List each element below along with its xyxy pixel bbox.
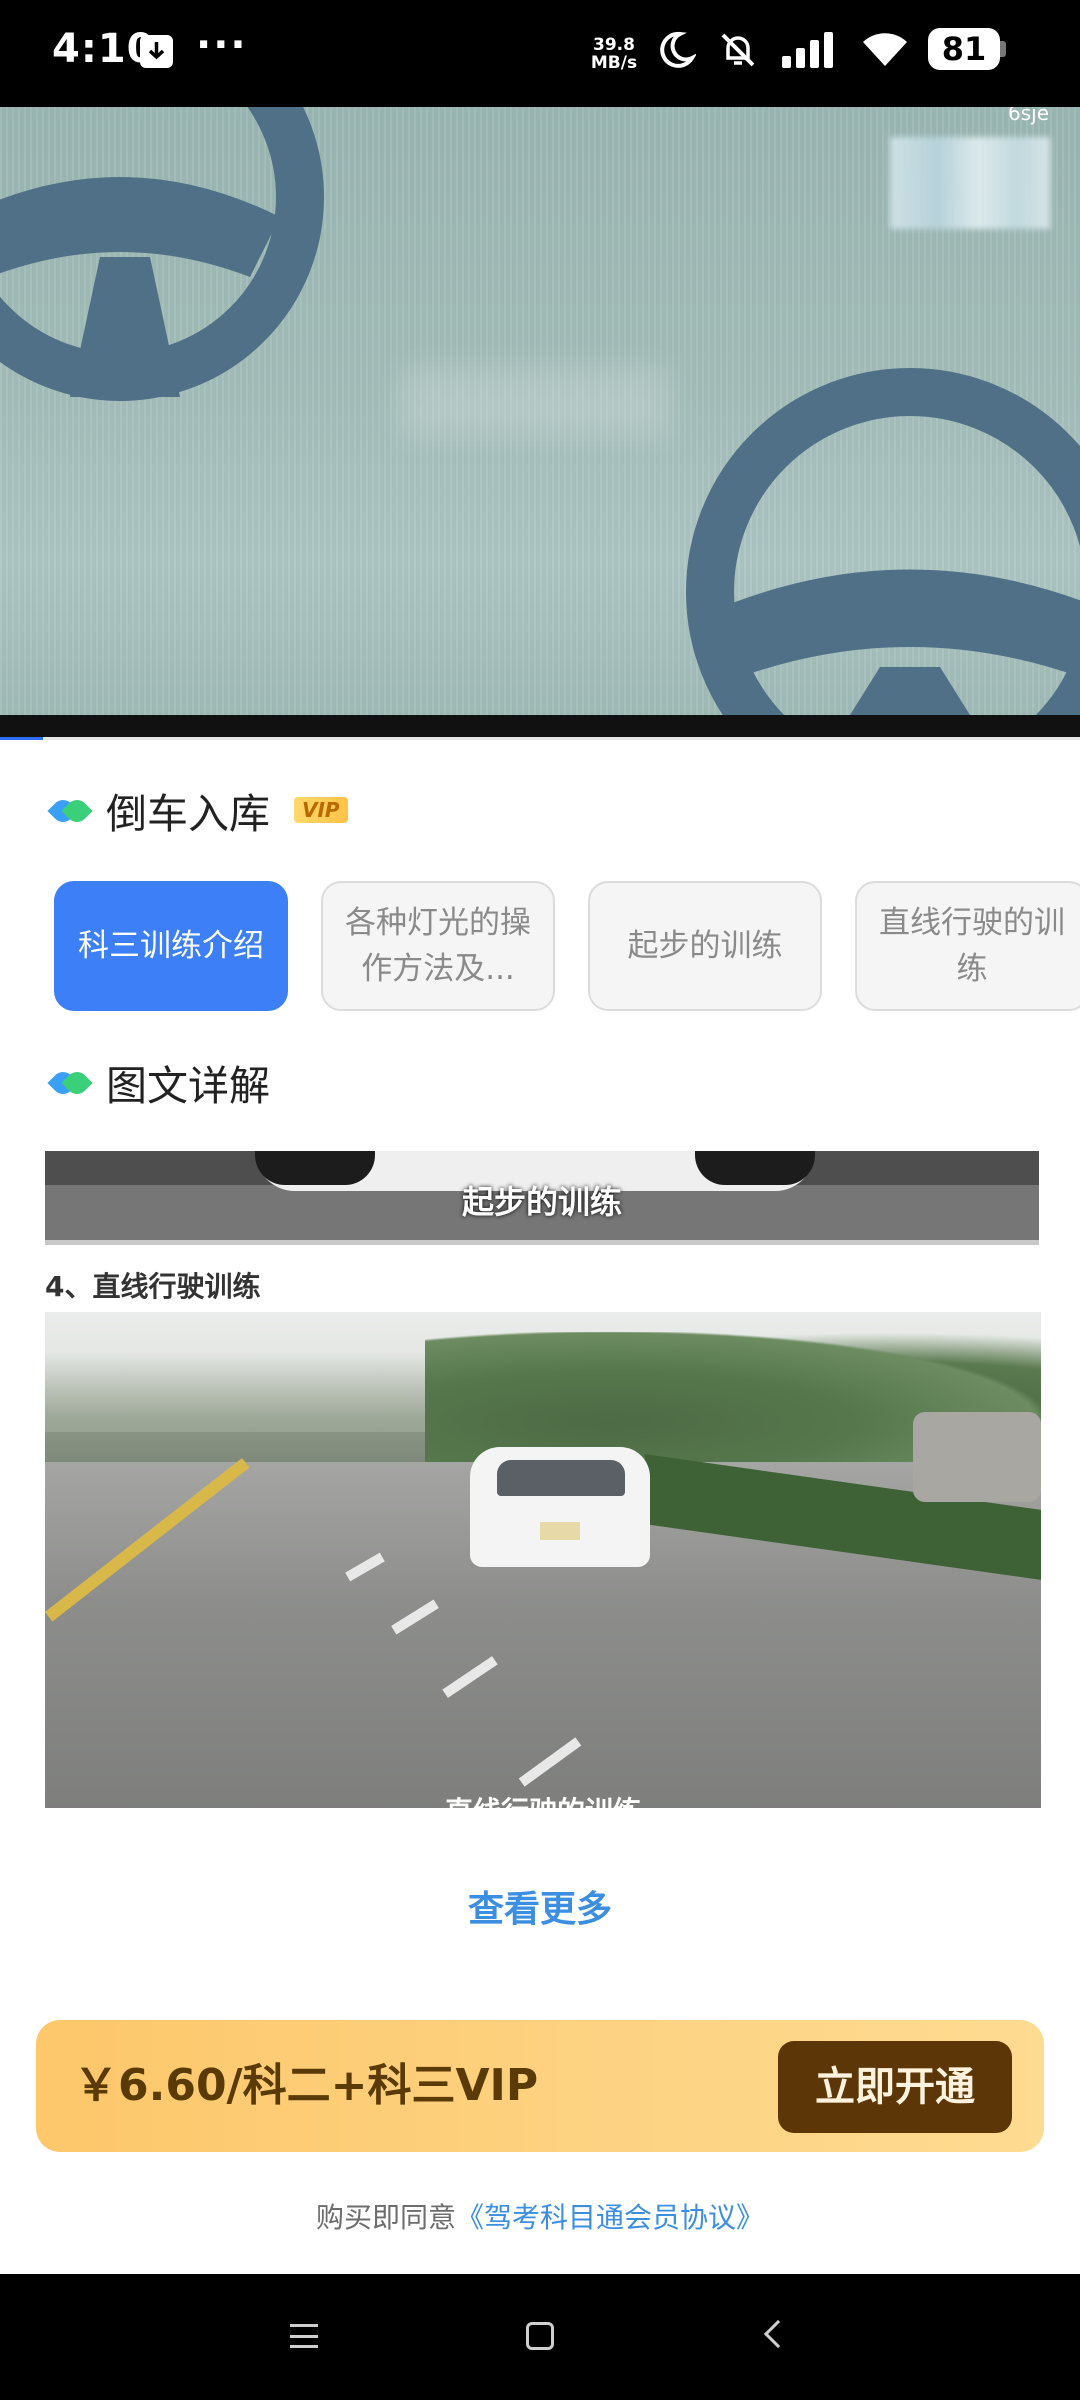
section-header-reverse-parking: 倒车入库 VIP — [47, 780, 348, 840]
lesson-chips: 科三训练介绍 各种灯光的操作方法及... 起步的训练 直线行驶的训练 — [54, 881, 1080, 1011]
signal-icon — [780, 30, 838, 74]
menu-icon[interactable] — [290, 2324, 318, 2348]
agreement-prefix: 购买即同意 — [315, 2201, 456, 2234]
mute-bell-icon — [718, 30, 758, 74]
image-caption: 直线行驶的训练 — [45, 1790, 1041, 1808]
video-player[interactable]: 6sje — [0, 107, 1080, 715]
video-progress-track[interactable] — [0, 737, 1080, 740]
video-corner-label: 6sje — [1008, 107, 1050, 125]
step-title: 4、直线行驶训练 — [45, 1270, 261, 1303]
battery-icon: 81 — [928, 28, 1000, 70]
content-image-start-training: 起步的训练 — [45, 1151, 1039, 1245]
blurred-watermark — [890, 137, 1050, 229]
moon-icon — [656, 30, 698, 74]
system-nav-bar — [0, 2274, 1080, 2400]
more-notifications-icon: ··· — [196, 22, 248, 68]
section-title: 图文详解 — [106, 1062, 270, 1110]
battery-tip — [1000, 41, 1006, 57]
video-progress-fill — [0, 737, 44, 740]
chip-lights[interactable]: 各种灯光的操作方法及... — [321, 881, 555, 1011]
network-speed: 39.8 MB/s — [590, 35, 638, 73]
chip-straight[interactable]: 直线行驶的训练 — [855, 881, 1080, 1011]
video-bottom-bar — [0, 715, 1080, 737]
leaf-icon — [47, 1067, 93, 1099]
view-more-link[interactable]: 查看更多 — [0, 1880, 1080, 1932]
wifi-icon — [860, 30, 910, 74]
membership-agreement-link[interactable]: 《驾考科目通会员协议》 — [456, 2201, 764, 2234]
activate-now-button[interactable]: 立即开通 — [778, 2041, 1012, 2133]
section-title: 倒车入库 — [106, 790, 270, 838]
agreement-text: 购买即同意《驾考科目通会员协议》 — [0, 2196, 1080, 2236]
vip-badge: VIP — [294, 797, 348, 823]
back-icon[interactable] — [763, 2319, 793, 2349]
download-icon — [140, 35, 173, 68]
leaf-icon — [47, 795, 93, 827]
status-bar: 4:10 ··· 39.8 MB/s 81 — [0, 0, 1080, 107]
content-image-straight-driving: 直线行驶的训练 — [45, 1312, 1041, 1808]
blurred-title — [400, 367, 670, 437]
image-caption: 起步的训练 — [461, 1183, 622, 1221]
vip-price: ￥6.60/科二+科三VIP — [74, 2060, 539, 2111]
chip-intro[interactable]: 科三训练介绍 — [54, 881, 288, 1011]
section-header-detail: 图文详解 — [47, 1052, 270, 1112]
purchase-bar: ￥6.60/科二+科三VIP 立即开通 — [36, 2020, 1044, 2152]
chip-start[interactable]: 起步的训练 — [588, 881, 822, 1011]
home-icon[interactable] — [526, 2322, 554, 2350]
